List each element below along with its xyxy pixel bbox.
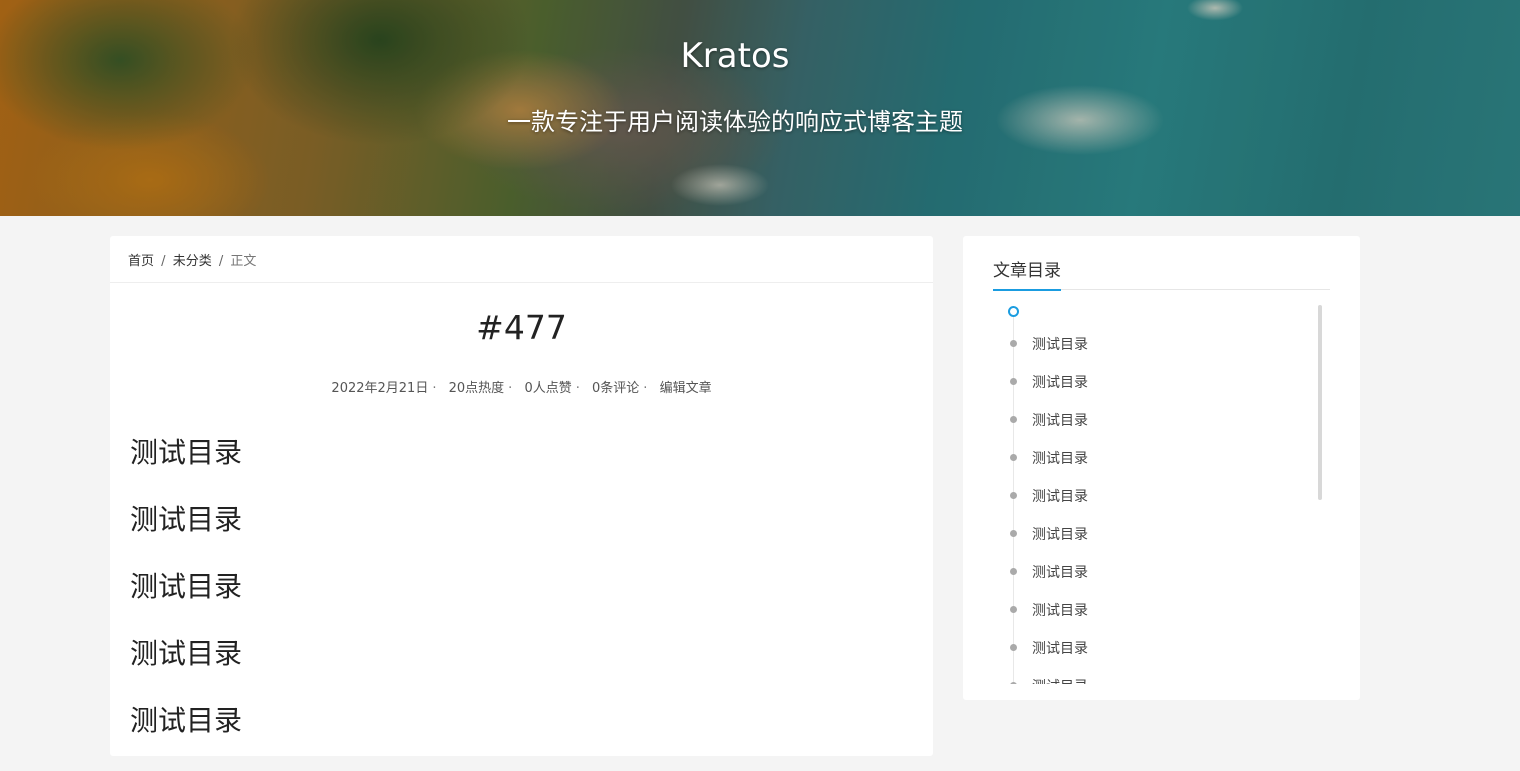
content-heading: 测试目录 — [130, 637, 243, 670]
post-title: #477 — [476, 308, 567, 347]
bullet-icon — [1010, 340, 1017, 347]
toc-item-label: 测试目录 — [1032, 565, 1088, 581]
site-subtitle: 一款专注于用户阅读体验的响应式博客主题 — [507, 108, 963, 136]
breadcrumb-home-link[interactable]: 首页 — [128, 254, 154, 269]
edit-post-link[interactable]: 编辑文章 — [660, 381, 712, 396]
toc-item-label: 测试目录 — [1032, 413, 1088, 429]
post-date: 2022年2月21日 — [331, 381, 429, 396]
breadcrumb-separator: / — [218, 254, 224, 269]
content-heading: 测试目录 — [130, 704, 243, 737]
article-card: 首页 / 未分类 / 正文 #477 2022年2月21日 · 20点热度 · 0人… — [110, 236, 933, 756]
toc-item-label: 测试目录 — [1032, 641, 1088, 657]
toc-item-label: 测试目录 — [1032, 451, 1088, 467]
meta-separator: · — [643, 381, 648, 396]
toc-item[interactable]: 测试目录 — [993, 554, 1313, 592]
toc-item-label: 测试目录 — [1032, 527, 1088, 543]
toc-item[interactable]: 测试目录 — [993, 668, 1313, 684]
post-meta: 2022年2月21日 · 20点热度 · 0人点赞 · 0条评论 · 编辑文章 — [110, 377, 933, 396]
breadcrumb-current: 正文 — [230, 254, 257, 269]
post-views: 20点热度 — [448, 381, 505, 396]
bullet-icon — [1010, 530, 1017, 537]
toc-header: 文章目录 — [993, 236, 1330, 291]
toc-item[interactable]: 测试目录 — [993, 402, 1313, 440]
toc-item[interactable]: 测试目录 — [993, 630, 1313, 668]
post-comments: 0条评论 — [592, 381, 640, 396]
breadcrumb-separator: / — [161, 254, 166, 269]
toc-item-label: 测试目录 — [1032, 489, 1088, 505]
toc-item[interactable]: 测试目录 — [993, 516, 1313, 554]
bullet-icon — [1010, 644, 1017, 651]
toc-start-circle-icon — [1008, 306, 1019, 317]
breadcrumb-category-link[interactable]: 未分类 — [173, 254, 212, 269]
toc-item-label: 测试目录 — [1032, 375, 1088, 391]
toc-item[interactable]: 测试目录 — [993, 364, 1313, 402]
toc-widget: 文章目录 测试目录 测试目录 测试目录 测试目录 测试目录 测试目录 测试目录 … — [963, 236, 1360, 700]
toc-item-label: 测试目录 — [1032, 676, 1088, 684]
post-likes: 0人点赞 — [524, 381, 572, 396]
content-heading: 测试目录 — [130, 436, 243, 469]
toc-item[interactable]: 测试目录 — [993, 478, 1313, 516]
content-heading: 测试目录 — [130, 570, 243, 603]
toc-item[interactable]: 测试目录 — [993, 326, 1313, 364]
meta-separator: · — [575, 381, 580, 396]
hero-banner: Kratos 一款专注于用户阅读体验的响应式博客主题 — [0, 0, 1520, 216]
toc-item[interactable]: 测试目录 — [993, 440, 1313, 478]
toc-title: 文章目录 — [993, 256, 1061, 291]
meta-separator: · — [432, 381, 437, 396]
post-content: 测试目录 测试目录 测试目录 测试目录 测试目录 — [130, 436, 242, 771]
toc-item[interactable]: 测试目录 — [993, 592, 1313, 630]
bullet-icon — [1010, 606, 1017, 613]
bullet-icon — [1010, 682, 1017, 684]
bullet-icon — [1010, 378, 1017, 385]
toc-item-label: 测试目录 — [1032, 337, 1088, 353]
toc-list[interactable]: 测试目录 测试目录 测试目录 测试目录 测试目录 测试目录 测试目录 测试目录 — [993, 304, 1330, 684]
meta-separator: · — [508, 381, 513, 396]
bullet-icon — [1010, 454, 1017, 461]
site-title[interactable]: Kratos — [0, 36, 1470, 76]
breadcrumb: 首页 / 未分类 / 正文 — [110, 236, 933, 283]
bullet-icon — [1010, 416, 1017, 423]
toc-scrollbar[interactable] — [1318, 305, 1322, 500]
bullet-icon — [1010, 568, 1017, 575]
toc-item-label: 测试目录 — [1032, 603, 1088, 619]
bullet-icon — [1010, 492, 1017, 499]
content-heading: 测试目录 — [130, 503, 243, 536]
